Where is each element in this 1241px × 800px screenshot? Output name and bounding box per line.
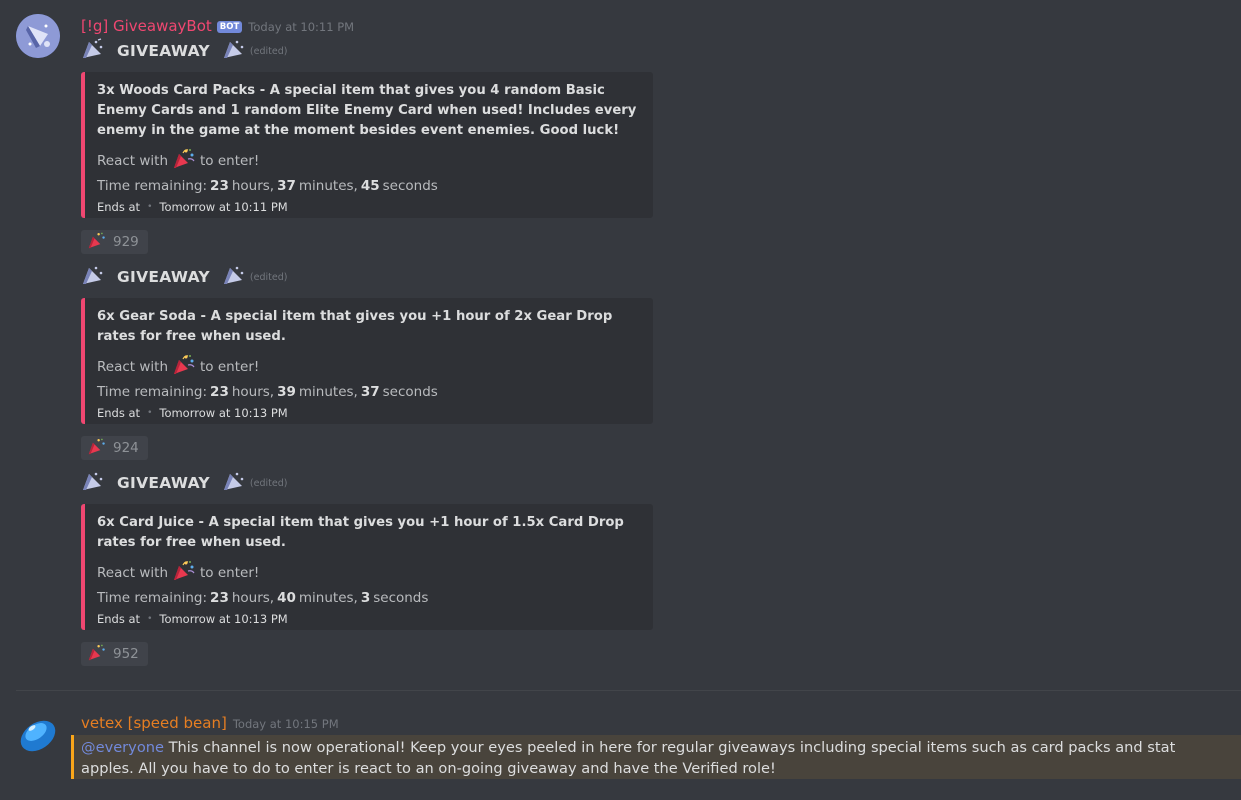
bot-username[interactable]: [!g] GiveawayBot <box>81 17 212 35</box>
message-divider <box>16 690 1241 691</box>
giveaway-embed: 6x Card Juice - A special item that give… <box>81 504 653 630</box>
user-avatar[interactable] <box>16 712 60 756</box>
message-text: This channel is now operational! Keep yo… <box>81 739 1176 777</box>
edited-label: (edited) <box>249 477 288 489</box>
tada-icon <box>172 559 196 588</box>
ends-label: Ends at <box>97 612 141 626</box>
react-instruction: React with to enter! <box>97 147 641 176</box>
reaction-count: 929 <box>113 234 139 250</box>
edited-label: (edited) <box>249 271 288 283</box>
bot-timestamp: Today at 10:11 PM <box>248 20 355 34</box>
time-label: Time remaining: <box>97 590 208 606</box>
party-horn-icon <box>81 38 105 64</box>
reaction-count: 924 <box>113 440 139 456</box>
react-instruction: React with to enter! <box>97 353 641 382</box>
react-suffix: to enter! <box>200 153 260 169</box>
ends-time: Tomorrow at 10:11 PM <box>159 200 288 214</box>
giveaway-title-line: GIVEAWAY (edited) <box>81 265 287 289</box>
minutes-value: 39 <box>277 384 296 400</box>
giveaway-title: GIVEAWAY <box>117 268 210 286</box>
minutes-label: minutes, <box>298 178 358 194</box>
blue-bean-icon <box>20 720 56 752</box>
embed-description: 6x Card Juice - A special item that give… <box>97 515 624 550</box>
footer-separator: • <box>147 614 153 624</box>
user-timestamp: Today at 10:15 PM <box>232 717 339 731</box>
giveaway-embed: 3x Woods Card Packs - A special item tha… <box>81 72 653 218</box>
minutes-value: 40 <box>277 590 296 606</box>
minutes-label: minutes, <box>298 384 358 400</box>
embed-footer: Ends at • Tomorrow at 10:13 PM <box>97 406 641 420</box>
ends-label: Ends at <box>97 200 141 214</box>
react-prefix: React with <box>97 565 169 581</box>
embed-footer: Ends at • Tomorrow at 10:11 PM <box>97 200 641 214</box>
reaction-count: 952 <box>113 646 139 662</box>
footer-separator: • <box>147 202 153 212</box>
seconds-value: 37 <box>360 384 380 400</box>
react-suffix: to enter! <box>200 565 260 581</box>
party-horn-icon <box>222 470 246 496</box>
giveaway-title: GIVEAWAY <box>117 42 210 60</box>
time-label: Time remaining: <box>97 178 208 194</box>
embed-description: 6x Gear Soda - A special item that gives… <box>97 309 613 344</box>
ends-label: Ends at <box>97 406 141 420</box>
tada-icon <box>172 353 196 382</box>
seconds-value: 3 <box>360 590 371 606</box>
tada-icon <box>87 437 107 459</box>
bot-badge: BOT <box>216 21 243 33</box>
seconds-label: seconds <box>373 590 429 606</box>
react-prefix: React with <box>97 359 169 375</box>
ends-time: Tomorrow at 10:13 PM <box>159 406 288 420</box>
party-horn-icon <box>81 264 105 290</box>
bot-message-header: [!g] GiveawayBot BOT Today at 10:11 PM <box>81 17 354 35</box>
time-remaining: Time remaining: 23 hours, 37 minutes, 45 se… <box>97 176 641 197</box>
embed-description: 3x Woods Card Packs - A special item tha… <box>97 83 637 138</box>
react-prefix: React with <box>97 153 169 169</box>
giveaway-title-line: GIVEAWAY (edited) <box>81 471 287 495</box>
tada-icon <box>87 231 107 253</box>
hours-label: hours, <box>231 590 275 606</box>
edited-label: (edited) <box>249 45 288 57</box>
user-username[interactable]: vetex [speed bean] <box>81 714 227 732</box>
ends-time: Tomorrow at 10:13 PM <box>159 612 288 626</box>
giveaway-title-line: GIVEAWAY (edited) <box>81 38 288 64</box>
time-remaining: Time remaining: 23 hours, 40 minutes, 3 sec… <box>97 588 641 609</box>
hours-value: 23 <box>210 590 229 606</box>
party-horn-icon <box>81 470 105 496</box>
footer-separator: • <box>147 408 153 418</box>
seconds-value: 45 <box>360 178 380 194</box>
party-horn-icon <box>222 38 246 64</box>
hours-label: hours, <box>231 384 275 400</box>
seconds-label: seconds <box>382 178 438 194</box>
hours-label: hours, <box>231 178 275 194</box>
everyone-mention[interactable]: @everyone <box>81 739 164 756</box>
time-label: Time remaining: <box>97 384 208 400</box>
user-message-header: vetex [speed bean] Today at 10:15 PM <box>81 714 339 732</box>
hours-value: 23 <box>210 178 229 194</box>
party-horn-icon <box>222 264 246 290</box>
react-instruction: React with to enter! <box>97 559 641 588</box>
bot-avatar[interactable] <box>16 14 60 58</box>
minutes-label: minutes, <box>298 590 358 606</box>
reaction-button[interactable]: 952 <box>81 642 148 666</box>
react-suffix: to enter! <box>200 359 260 375</box>
hours-value: 23 <box>210 384 229 400</box>
embed-footer: Ends at • Tomorrow at 10:13 PM <box>97 612 641 626</box>
tada-icon <box>87 643 107 665</box>
giveaway-title: GIVEAWAY <box>117 474 210 492</box>
time-remaining: Time remaining: 23 hours, 39 minutes, 37 se… <box>97 382 641 403</box>
mention-message: @everyone This channel is now operationa… <box>71 735 1241 779</box>
party-horn-avatar-icon <box>16 14 60 58</box>
seconds-label: seconds <box>382 384 438 400</box>
reaction-button[interactable]: 929 <box>81 230 148 254</box>
reaction-button[interactable]: 924 <box>81 436 148 460</box>
minutes-value: 37 <box>277 178 296 194</box>
giveaway-embed: 6x Gear Soda - A special item that gives… <box>81 298 653 424</box>
tada-icon <box>172 147 196 176</box>
